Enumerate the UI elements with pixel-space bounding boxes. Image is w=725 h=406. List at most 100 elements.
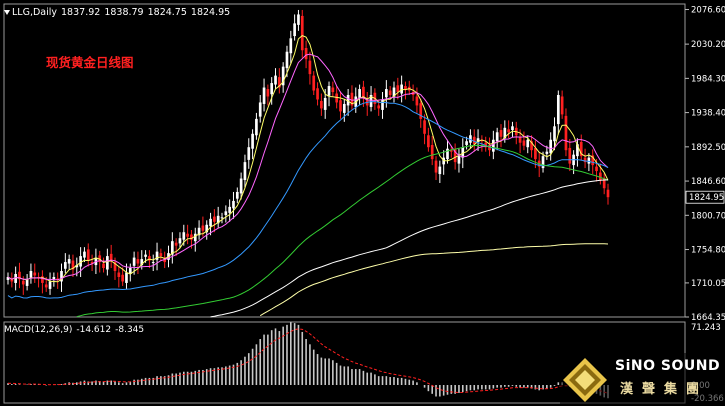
- ma120-line: [210, 179, 609, 318]
- ma250-line: [259, 243, 609, 317]
- candle-body: [193, 233, 197, 242]
- candle-body: [186, 233, 189, 237]
- main-price-pane: [3, 3, 686, 318]
- candle-body: [235, 191, 239, 199]
- candle-body: [316, 88, 319, 100]
- price-axis-label: 1846.60: [691, 177, 725, 187]
- candle-body: [534, 147, 537, 160]
- price-axis-label: 1984.30: [691, 74, 725, 84]
- candle-body: [388, 90, 392, 95]
- candle-body: [507, 129, 510, 133]
- candle-body: [228, 206, 231, 213]
- candle-body: [201, 225, 205, 231]
- ma5-line: [7, 35, 609, 283]
- candle-body: [117, 272, 121, 277]
- macd-signal-line: [7, 328, 609, 394]
- logo-cn-text: 漢聲集團: [620, 382, 709, 397]
- candle-body: [415, 96, 419, 106]
- candle-body: [274, 75, 277, 85]
- price-axis-label: 1800.70: [691, 211, 725, 221]
- ma10-line: [7, 53, 609, 281]
- candle-body: [174, 242, 178, 246]
- candle-body: [21, 280, 25, 285]
- candle-body: [568, 147, 572, 164]
- candle-body: [595, 166, 598, 172]
- candle-body: [109, 253, 113, 261]
- candle-body: [339, 100, 342, 112]
- candle-body: [144, 254, 147, 257]
- candle-body: [423, 120, 426, 134]
- candle-body: [293, 23, 296, 37]
- candle-body: [266, 89, 270, 97]
- candle-body: [377, 105, 381, 109]
- candle-body: [125, 272, 128, 283]
- candle-body: [151, 262, 155, 264]
- candle-body: [239, 178, 243, 194]
- candle-body: [262, 87, 266, 104]
- candle-body: [553, 126, 556, 142]
- candle-body: [182, 232, 186, 240]
- candle-body: [358, 89, 361, 98]
- candle-body: [67, 259, 71, 264]
- candle-body: [304, 48, 308, 60]
- candle-body: [385, 89, 388, 98]
- candle-body: [251, 133, 254, 149]
- macd-header: MACD(12,26,9) -14.612 -8.345: [4, 325, 148, 335]
- high-value: 1838.79: [104, 7, 144, 18]
- candle-body: [526, 139, 530, 148]
- candle-body: [556, 94, 560, 125]
- candle-body: [427, 135, 430, 148]
- candle-body: [132, 257, 136, 266]
- price-axis-label: 1710.05: [691, 279, 725, 289]
- candle-body: [457, 156, 461, 164]
- price-axis-label: 2030.20: [691, 40, 725, 50]
- candle-body: [545, 151, 549, 154]
- current-price-label: 1824.95: [689, 193, 724, 203]
- candle-body: [396, 85, 400, 93]
- chart-title: 现货黄金日线图: [46, 55, 134, 70]
- candle-body: [86, 249, 90, 261]
- candle-body: [209, 218, 212, 227]
- candle-body: [44, 284, 48, 288]
- candle-body: [342, 103, 346, 113]
- candle-body: [587, 157, 591, 164]
- candle-body: [564, 115, 568, 151]
- candle-body: [549, 139, 553, 154]
- logo-text: SiNO SOUND: [615, 358, 721, 374]
- candle-body: [83, 251, 86, 258]
- macd-axis-label: 71.243: [691, 323, 721, 333]
- price-axis-label: 2076.60: [691, 6, 725, 16]
- candle-body: [102, 263, 105, 269]
- candle-body: [243, 162, 247, 181]
- candle-body: [434, 160, 438, 173]
- candle-body: [297, 14, 300, 25]
- candle-body: [213, 216, 216, 222]
- candle-body: [300, 15, 304, 51]
- candle-body: [438, 166, 442, 175]
- candle-body: [224, 211, 228, 216]
- candle-body: [400, 84, 403, 94]
- candle-body: [220, 217, 224, 219]
- price-axis-label: 1664.35: [691, 313, 725, 323]
- candle-body: [270, 83, 274, 95]
- candle-body: [25, 279, 29, 286]
- collapse-triangle-icon[interactable]: [4, 10, 10, 15]
- price-axis-label: 1938.40: [691, 109, 725, 119]
- candle-body: [560, 96, 564, 115]
- candle-body: [327, 86, 331, 96]
- price-axis-label: 1892.50: [691, 143, 725, 153]
- price-axis: 2076.60 2030.20 1984.30 1938.40 1892.50 1846.…: [685, 6, 725, 404]
- candle-body: [289, 38, 293, 54]
- candle-body: [320, 100, 323, 109]
- candle-body: [331, 87, 335, 93]
- candle-body: [430, 144, 434, 160]
- candle-body: [121, 274, 124, 282]
- candle-body: [518, 136, 522, 143]
- candle-body: [106, 256, 109, 270]
- candle-body: [232, 200, 235, 209]
- candle-body: [247, 147, 251, 160]
- candle-body: [465, 141, 468, 145]
- macd-indicator-label: MACD(12,26,9): [4, 325, 73, 335]
- candle-body: [511, 126, 514, 131]
- candle-body: [541, 156, 545, 169]
